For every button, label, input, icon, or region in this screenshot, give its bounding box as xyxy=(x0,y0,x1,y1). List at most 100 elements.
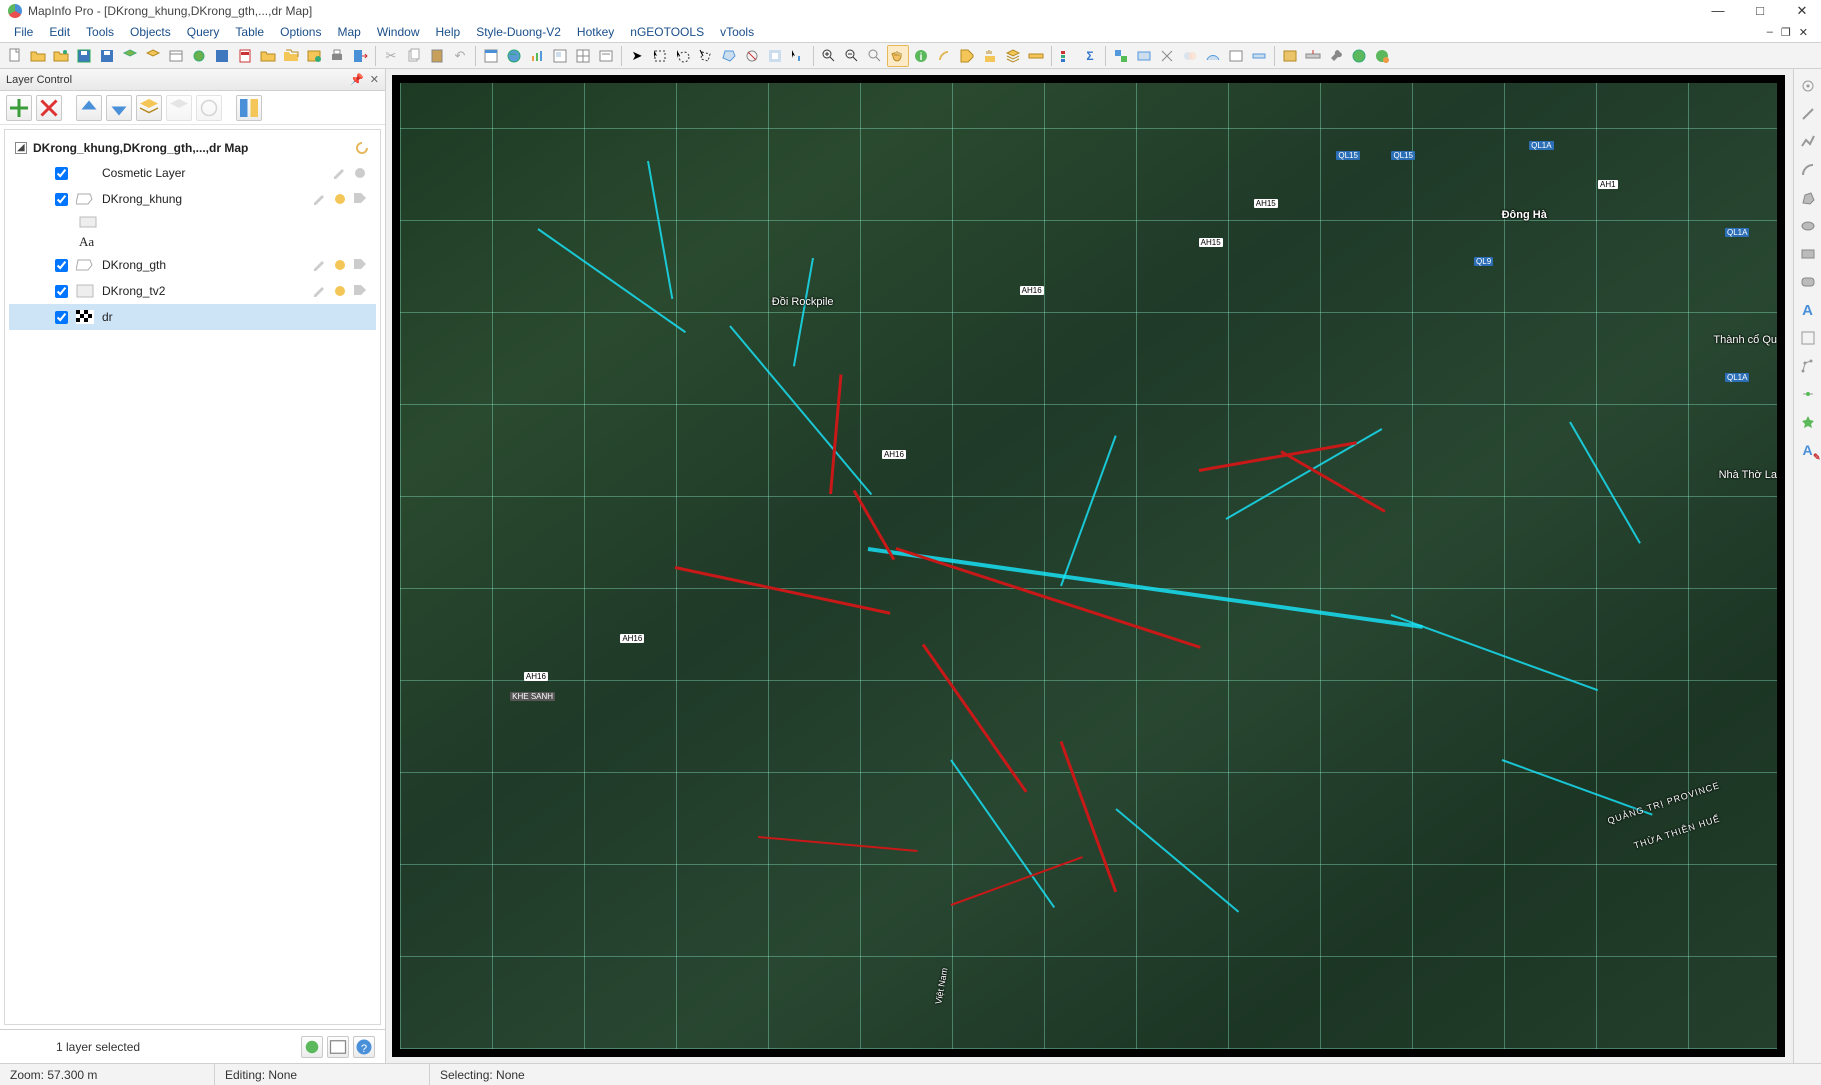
clip-icon[interactable] xyxy=(1156,45,1178,67)
layer-options-button[interactable] xyxy=(166,95,192,121)
layer-row-tv2[interactable]: DKrong_tv2 xyxy=(9,278,376,304)
pan-icon[interactable] xyxy=(887,45,909,67)
layer-visible-checkbox[interactable] xyxy=(55,167,68,180)
mdi-minimize-button[interactable]: – xyxy=(1764,26,1776,39)
move-down-button[interactable] xyxy=(106,95,132,121)
clear-target-icon[interactable] xyxy=(1133,45,1155,67)
roundrect-tool-icon[interactable] xyxy=(1797,271,1819,293)
menu-hotkey[interactable]: Hotkey xyxy=(569,23,622,41)
info-icon[interactable]: i xyxy=(910,45,932,67)
open-universal-icon[interactable] xyxy=(188,45,210,67)
refresh-icon[interactable] xyxy=(354,140,370,156)
remove-layer-button[interactable] xyxy=(36,95,62,121)
save-workspace-icon[interactable] xyxy=(73,45,95,67)
edit-icon[interactable] xyxy=(312,257,328,273)
status-zoom[interactable]: Zoom: 57.300 m xyxy=(0,1064,215,1085)
menu-query[interactable]: Query xyxy=(179,23,228,41)
label-icon[interactable] xyxy=(352,257,368,273)
catalog-icon[interactable] xyxy=(303,45,325,67)
style-icon[interactable] xyxy=(332,191,348,207)
polygon-select-icon[interactable] xyxy=(695,45,717,67)
options-button[interactable] xyxy=(327,1036,349,1058)
mapbasic-icon[interactable] xyxy=(595,45,617,67)
new-layout-icon[interactable] xyxy=(549,45,571,67)
menu-vtools[interactable]: vTools xyxy=(712,23,762,41)
save-window-icon[interactable] xyxy=(96,45,118,67)
rectangle-tool-icon[interactable] xyxy=(1797,243,1819,265)
redistrict-icon[interactable] xyxy=(572,45,594,67)
label-icon[interactable] xyxy=(352,191,368,207)
mdi-restore-button[interactable]: ❐ xyxy=(1778,26,1794,39)
export-pdf-icon[interactable] xyxy=(234,45,256,67)
globe-icon[interactable] xyxy=(1348,45,1370,67)
menu-ngeotools[interactable]: nGEOTOOLS xyxy=(622,23,712,41)
layer-row-dr[interactable]: dr xyxy=(9,304,376,330)
add-node-tool-icon[interactable] xyxy=(1797,383,1819,405)
move-up-button[interactable] xyxy=(76,95,102,121)
legend-icon[interactable] xyxy=(1056,45,1078,67)
radius-select-icon[interactable] xyxy=(672,45,694,67)
open-workspace-icon[interactable] xyxy=(50,45,72,67)
polyline-tool-icon[interactable] xyxy=(1797,131,1819,153)
add-layer-button[interactable] xyxy=(6,95,32,121)
text-tool-icon[interactable]: A xyxy=(1797,299,1819,321)
layer-stack-button[interactable] xyxy=(136,95,162,121)
graph-select-icon[interactable] xyxy=(787,45,809,67)
boundary-select-icon[interactable] xyxy=(718,45,740,67)
hotlink-button[interactable] xyxy=(196,95,222,121)
edit-icon[interactable] xyxy=(312,283,328,299)
minimize-button[interactable]: — xyxy=(1711,3,1725,19)
drag-window-icon[interactable] xyxy=(979,45,1001,67)
statistics-icon[interactable]: Σ xyxy=(1079,45,1101,67)
symbol-style-icon[interactable] xyxy=(1797,411,1819,433)
ruler-icon[interactable] xyxy=(1025,45,1047,67)
wrench-icon[interactable] xyxy=(1325,45,1347,67)
print-icon[interactable] xyxy=(326,45,348,67)
layer-row-cosmetic[interactable]: Cosmetic Layer xyxy=(9,160,376,186)
panel-close-icon[interactable]: ✕ xyxy=(370,73,379,86)
menu-map[interactable]: Map xyxy=(329,23,368,41)
menu-table[interactable]: Table xyxy=(227,23,272,41)
style-icon[interactable] xyxy=(332,257,348,273)
text-style-icon[interactable]: A✎ xyxy=(1797,439,1819,461)
layer-visible-checkbox[interactable] xyxy=(55,285,68,298)
menu-edit[interactable]: Edit xyxy=(41,23,78,41)
map-canvas[interactable]: Đồi Rockpile Đông Hà Thành cổ Qu Nhà Thờ… xyxy=(392,75,1785,1057)
refresh-button[interactable] xyxy=(301,1036,323,1058)
copy-icon[interactable] xyxy=(403,45,425,67)
menu-file[interactable]: File xyxy=(6,23,41,41)
marquee-select-icon[interactable] xyxy=(649,45,671,67)
paste-icon[interactable] xyxy=(426,45,448,67)
cut-icon[interactable]: ✂ xyxy=(380,45,402,67)
new-browser-icon[interactable] xyxy=(480,45,502,67)
layer-control-icon[interactable] xyxy=(1002,45,1024,67)
unselect-icon[interactable] xyxy=(741,45,763,67)
menu-window[interactable]: Window xyxy=(369,23,428,41)
layer-visible-checkbox[interactable] xyxy=(55,193,68,206)
menu-help[interactable]: Help xyxy=(428,23,469,41)
layer-visible-checkbox[interactable] xyxy=(55,311,68,324)
open-table-icon[interactable] xyxy=(165,45,187,67)
hotlink-icon[interactable] xyxy=(933,45,955,67)
layer-row-khung[interactable]: DKrong_khung xyxy=(9,186,376,212)
select-arrow-icon[interactable]: ➤ xyxy=(626,45,648,67)
menu-options[interactable]: Options xyxy=(272,23,329,41)
polygon-tool-icon[interactable] xyxy=(1797,187,1819,209)
edit-icon[interactable] xyxy=(332,165,348,181)
edit-icon[interactable] xyxy=(312,191,328,207)
arc-tool-icon[interactable] xyxy=(1797,159,1819,181)
layer-visible-checkbox[interactable] xyxy=(55,259,68,272)
maximize-button[interactable]: □ xyxy=(1753,3,1767,19)
style-icon[interactable] xyxy=(352,165,368,181)
help-button[interactable]: ? xyxy=(353,1036,375,1058)
open-icon[interactable] xyxy=(27,45,49,67)
new-map-icon[interactable] xyxy=(503,45,525,67)
zoom-out-icon[interactable] xyxy=(841,45,863,67)
invert-select-icon[interactable] xyxy=(764,45,786,67)
exit-icon[interactable] xyxy=(349,45,371,67)
undo-icon[interactable]: ↶ xyxy=(449,45,471,67)
line-tool-icon[interactable] xyxy=(1797,103,1819,125)
show-nodes-icon[interactable] xyxy=(1248,45,1270,67)
map-group-row[interactable]: ◢ DKrong_khung,DKrong_gth,...,dr Map xyxy=(9,136,376,160)
label-icon[interactable] xyxy=(352,283,368,299)
